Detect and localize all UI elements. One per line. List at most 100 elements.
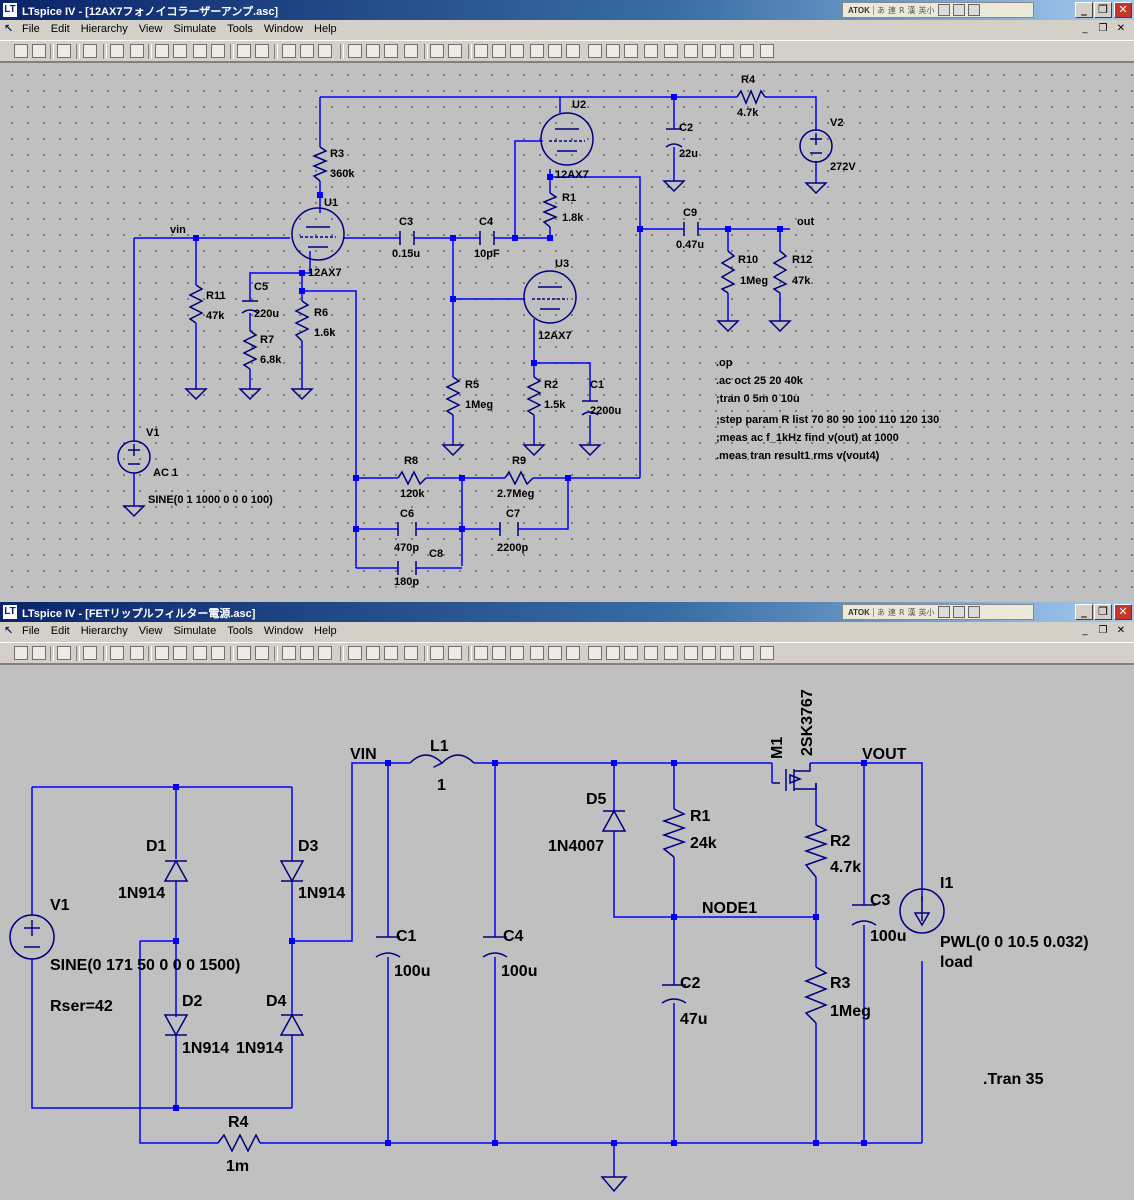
cascade-icon[interactable] (318, 646, 332, 660)
undo-icon[interactable] (664, 646, 678, 660)
print-preview-icon[interactable] (430, 44, 444, 58)
ime-name[interactable]: ATOK (845, 607, 874, 617)
ime-toolbar[interactable]: ATOK あ 連 R 漢 英小 (842, 604, 1034, 620)
schematic-canvas[interactable]: vin out R3 360k U1 12AX7 U2 12AX7 U3 12A… (0, 62, 1134, 598)
label-icon[interactable] (510, 646, 524, 660)
menu-view[interactable]: View (139, 625, 163, 637)
paste-icon[interactable] (384, 44, 398, 58)
open-icon[interactable] (32, 44, 46, 58)
zoom-in-icon[interactable] (155, 44, 169, 58)
schematic-canvas[interactable]: VIN VOUT NODE1 V1 SINE(0 171 50 0 0 0 15… (0, 664, 1134, 1200)
ground-icon[interactable] (492, 646, 506, 660)
cut-icon[interactable] (348, 646, 362, 660)
zoom-fit-icon[interactable] (211, 44, 225, 58)
spice-directive-icon[interactable] (760, 646, 774, 660)
menu-hierarchy[interactable]: Hierarchy (81, 23, 128, 35)
ime-key[interactable]: 連 (888, 5, 896, 16)
autorange-icon[interactable] (237, 44, 251, 58)
resistor-icon[interactable] (530, 646, 544, 660)
close-button[interactable]: ✕ (1114, 2, 1132, 18)
capacitor-icon[interactable] (548, 646, 562, 660)
control-panel-icon[interactable] (83, 44, 97, 58)
wire-icon[interactable] (474, 646, 488, 660)
save-icon[interactable] (57, 646, 71, 660)
mirror-icon[interactable] (720, 44, 734, 58)
spice-directive-icon[interactable] (760, 44, 774, 58)
ime-key[interactable]: 漢 (908, 607, 916, 618)
print-icon[interactable] (448, 44, 462, 58)
run-icon[interactable] (110, 646, 124, 660)
undo-icon[interactable] (664, 44, 678, 58)
directive[interactable]: ;meas ac f_1kHz find v(out) at 1000 (716, 432, 899, 444)
ime-option-icon[interactable] (967, 4, 980, 16)
wire-icon[interactable] (474, 44, 488, 58)
mdi-restore-button[interactable]: ❐ (1096, 22, 1110, 35)
directive[interactable]: ;tran 0 5m 0 10u (716, 393, 800, 405)
menu-edit[interactable]: Edit (51, 625, 70, 637)
menu-help[interactable]: Help (314, 23, 337, 35)
tile-h-icon[interactable] (282, 44, 296, 58)
ime-key[interactable]: 英小 (919, 607, 935, 618)
menu-edit[interactable]: Edit (51, 23, 70, 35)
halt-icon[interactable] (130, 646, 144, 660)
resistor-icon[interactable] (530, 44, 544, 58)
find-icon[interactable] (404, 44, 418, 58)
mdi-close-button[interactable]: ✕ (1114, 22, 1128, 35)
open-icon[interactable] (32, 646, 46, 660)
title-bar[interactable]: LT LTspice IV - [FETリップルフィルター電源.asc] ATO… (0, 602, 1134, 622)
new-schematic-icon[interactable] (14, 646, 28, 660)
ime-option-icon[interactable] (952, 4, 965, 16)
ime-key[interactable]: R (899, 608, 905, 617)
split-icon[interactable] (255, 646, 269, 660)
directive[interactable]: .Tran 35 (983, 1071, 1044, 1088)
redo-icon[interactable] (684, 44, 698, 58)
halt-icon[interactable] (130, 44, 144, 58)
text-icon[interactable] (740, 44, 754, 58)
capacitor-icon[interactable] (548, 44, 562, 58)
ime-option-icon[interactable] (967, 606, 980, 618)
drag-icon[interactable] (644, 646, 658, 660)
close-button[interactable]: ✕ (1114, 604, 1132, 620)
menu-window[interactable]: Window (264, 625, 303, 637)
label-icon[interactable] (510, 44, 524, 58)
maximize-button[interactable]: ❐ (1094, 604, 1112, 620)
tile-h-icon[interactable] (282, 646, 296, 660)
spice-directives[interactable]: .op .ac oct 25 20 40k ;tran 0 5m 0 10u ;… (716, 357, 939, 462)
ime-key[interactable]: 漢 (908, 5, 916, 16)
menu-help[interactable]: Help (314, 625, 337, 637)
print-preview-icon[interactable] (430, 646, 444, 660)
rotate-icon[interactable] (702, 646, 716, 660)
menu-file[interactable]: File (22, 23, 40, 35)
new-schematic-icon[interactable] (14, 44, 28, 58)
inductor-icon[interactable] (566, 44, 580, 58)
minimize-button[interactable]: _ (1075, 2, 1093, 18)
paste-icon[interactable] (384, 646, 398, 660)
menu-tools[interactable]: Tools (227, 23, 253, 35)
zoom-fit-icon[interactable] (211, 646, 225, 660)
document-icon[interactable]: ↖ (4, 23, 16, 35)
menu-simulate[interactable]: Simulate (173, 625, 216, 637)
ime-key[interactable]: R (899, 6, 905, 15)
directive[interactable]: .ac oct 25 20 40k (716, 375, 804, 387)
ime-name[interactable]: ATOK (845, 5, 874, 15)
print-icon[interactable] (448, 646, 462, 660)
inductor-icon[interactable] (566, 646, 580, 660)
pan-icon[interactable] (173, 44, 187, 58)
redo-icon[interactable] (684, 646, 698, 660)
mdi-minimize-button[interactable]: _ (1078, 22, 1092, 35)
pan-icon[interactable] (173, 646, 187, 660)
ime-option-icon[interactable] (952, 606, 965, 618)
cascade-icon[interactable] (318, 44, 332, 58)
component-icon[interactable] (606, 44, 620, 58)
directive[interactable]: .meas tran result1 rms v(vout4) (716, 450, 880, 462)
maximize-button[interactable]: ❐ (1094, 2, 1112, 18)
split-icon[interactable] (255, 44, 269, 58)
mdi-minimize-button[interactable]: _ (1078, 624, 1092, 637)
text-icon[interactable] (740, 646, 754, 660)
menu-tools[interactable]: Tools (227, 625, 253, 637)
diode-icon[interactable] (588, 646, 602, 660)
mirror-icon[interactable] (720, 646, 734, 660)
ime-key[interactable]: あ (877, 5, 885, 16)
title-bar[interactable]: LT LTspice IV - [12AX7フォノイコラーザーアンプ.asc] … (0, 0, 1134, 20)
mdi-close-button[interactable]: ✕ (1114, 624, 1128, 637)
